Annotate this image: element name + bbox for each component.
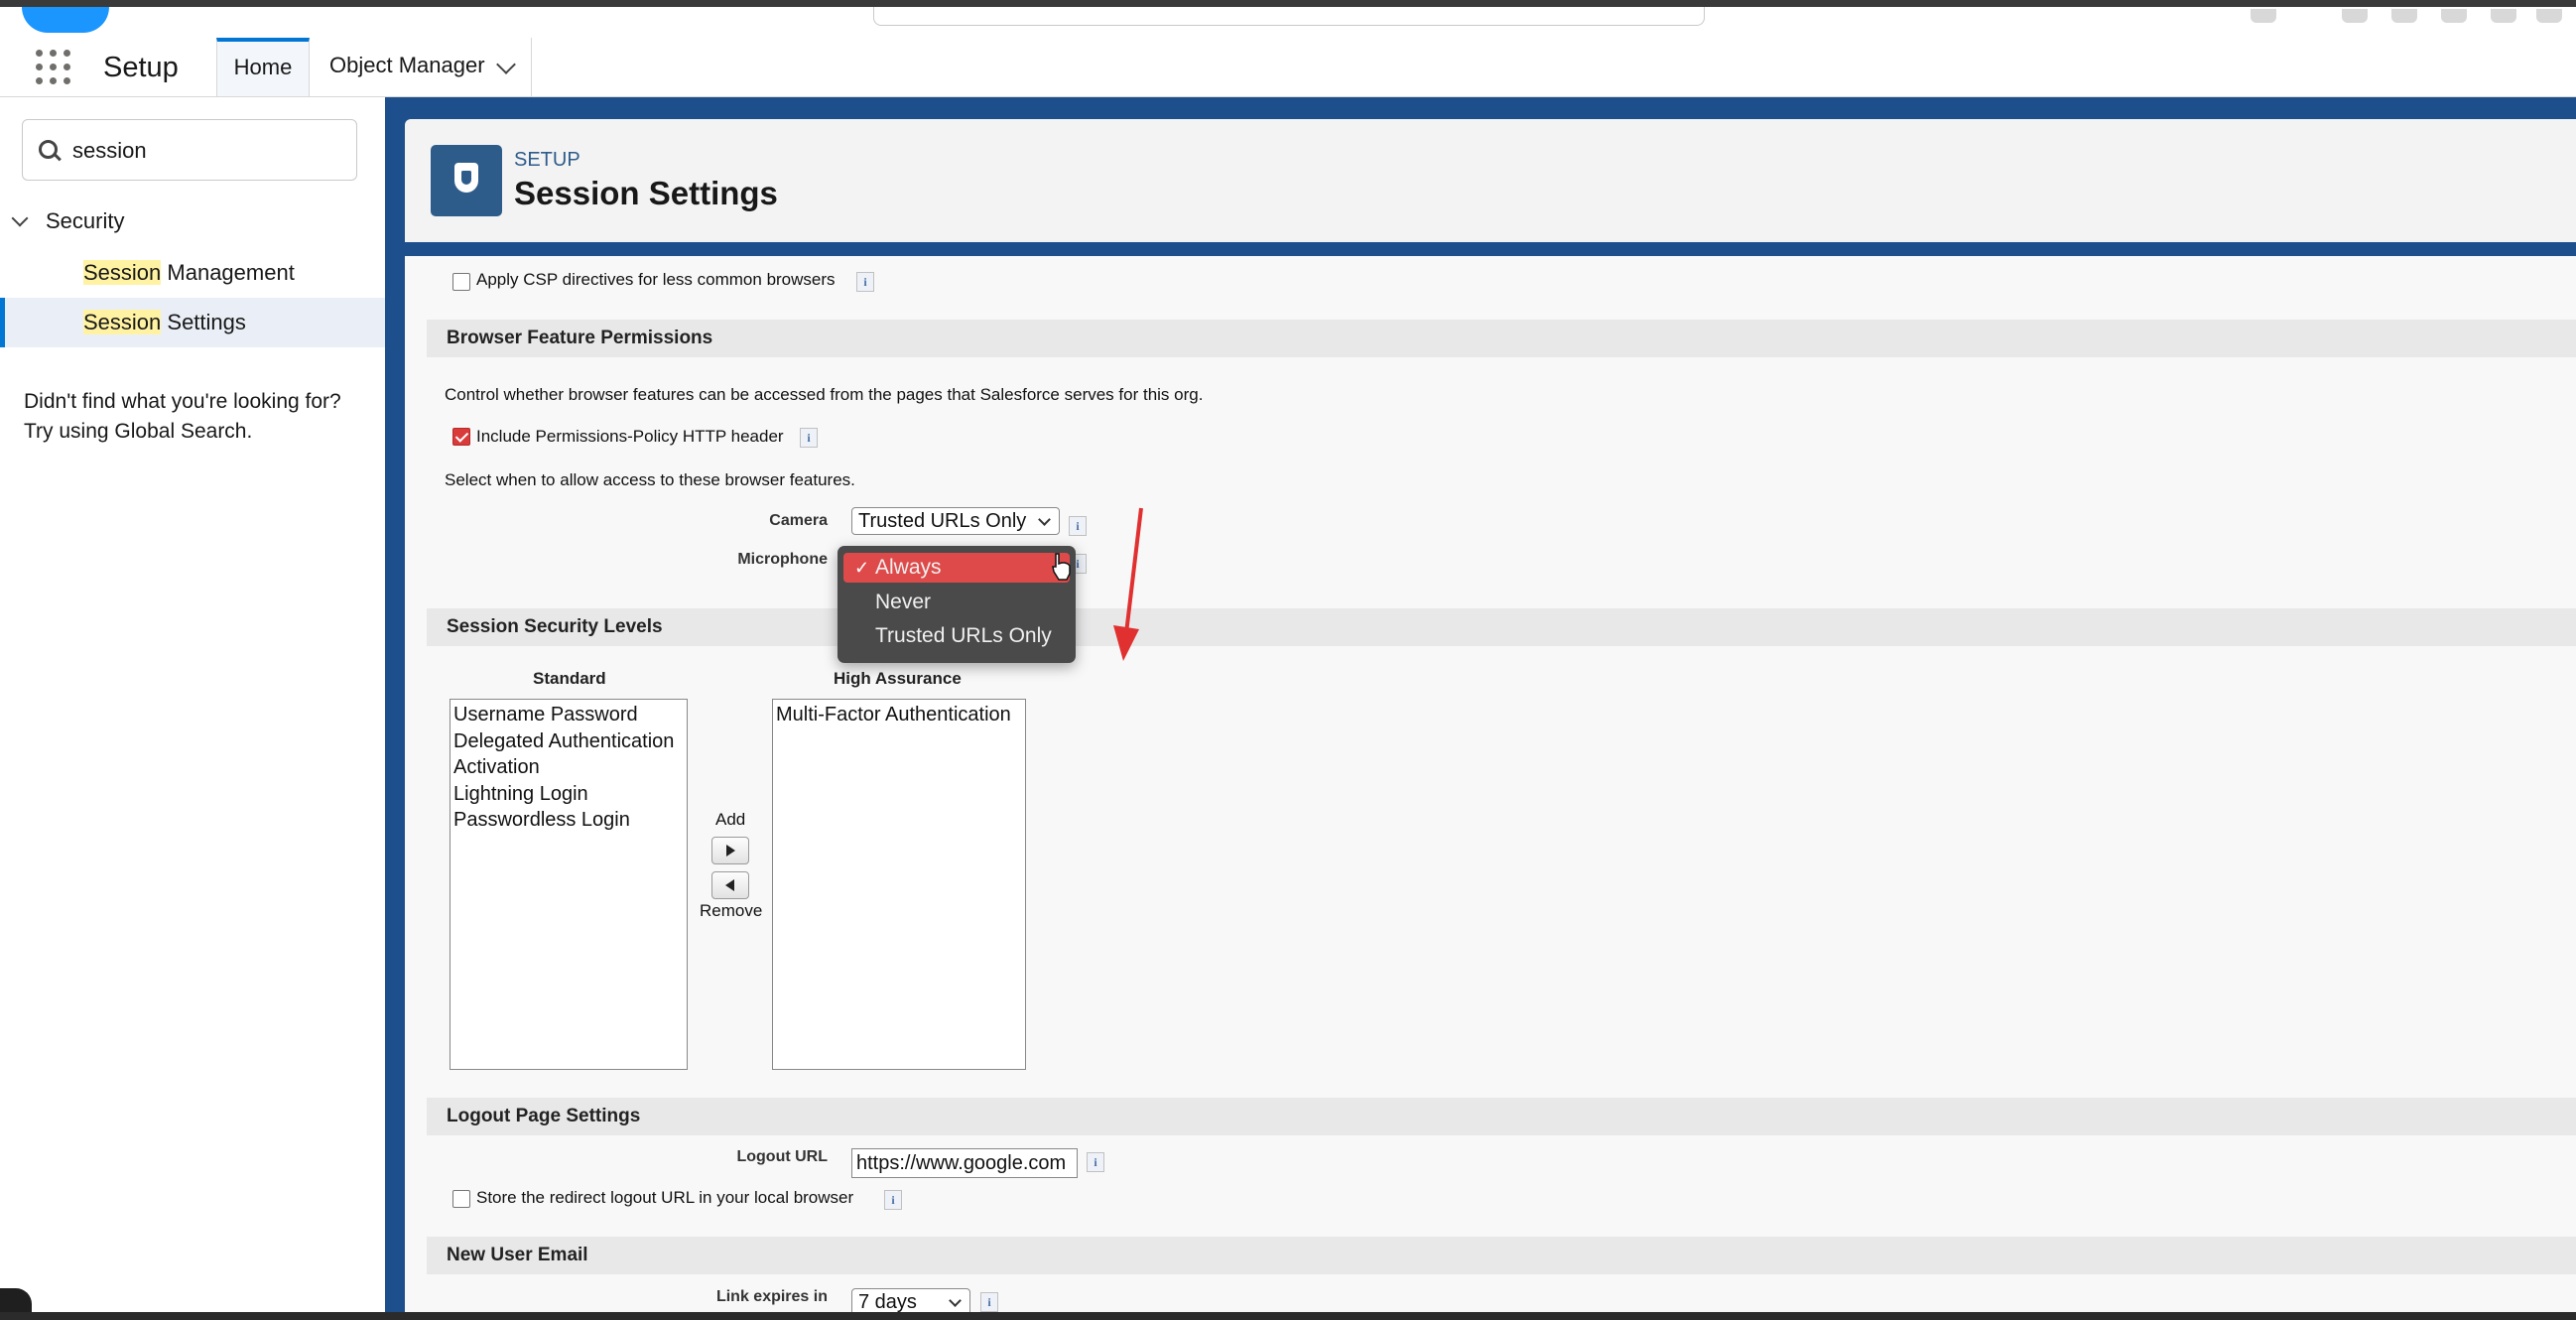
list-item[interactable]: Delegated Authentication <box>453 728 684 755</box>
standard-column-label: Standard <box>533 669 606 689</box>
page-title: Session Settings <box>514 175 778 212</box>
standard-levels-listbox[interactable]: Username Password Delegated Authenticati… <box>450 699 688 1070</box>
info-icon[interactable]: i <box>884 1190 902 1210</box>
global-search-input[interactable] <box>873 7 1705 26</box>
camera-select[interactable]: Trusted URLs Only <box>851 507 1060 535</box>
info-icon[interactable]: i <box>800 428 818 448</box>
mouse-pointer-icon <box>1050 552 1072 582</box>
top-bar <box>0 0 2576 38</box>
remove-label: Remove <box>700 901 762 921</box>
link-expires-value: 7 days <box>858 1291 917 1313</box>
logout-url-input[interactable]: https://www.google.com <box>851 1148 1078 1178</box>
sidebar-item-session-management[interactable]: Session Management <box>0 248 385 298</box>
search-icon <box>39 140 58 159</box>
chevron-down-icon <box>1038 513 1051 526</box>
chevron-down-icon[interactable] <box>12 210 29 227</box>
permissions-policy-checkbox[interactable] <box>452 428 470 446</box>
section-header-logout: Logout Page Settings <box>427 1098 2576 1135</box>
logout-url-label: Logout URL <box>703 1148 828 1166</box>
store-logout-url-checkbox[interactable] <box>452 1190 470 1208</box>
dropdown-option-trusted-urls-only[interactable]: Trusted URLs Only <box>843 621 1070 651</box>
dropdown-option-always[interactable]: ✓ Always <box>843 553 1070 583</box>
red-arrow-annotation <box>1109 504 1145 663</box>
section-header-security-levels: Session Security Levels <box>427 608 2576 646</box>
app-name: Setup <box>103 52 179 84</box>
store-logout-url-label: Store the redirect logout URL in your lo… <box>476 1188 853 1208</box>
session-settings-form: Apply CSP directives for less common bro… <box>405 256 2576 1320</box>
quick-find-box[interactable] <box>22 119 357 181</box>
section-header-browser-features: Browser Feature Permissions <box>427 320 2576 357</box>
option-label: Always <box>875 556 942 579</box>
trailhead-icon[interactable] <box>2391 9 2417 23</box>
high-assurance-column-label: High Assurance <box>834 669 962 689</box>
sidebar-item-label: Management <box>161 260 295 285</box>
camera-label: Camera <box>762 512 828 530</box>
link-expires-label: Link expires in <box>693 1288 828 1306</box>
notifications-icon[interactable] <box>2536 9 2562 23</box>
list-item[interactable]: Lightning Login <box>453 781 684 808</box>
csp-checkbox-label: Apply CSP directives for less common bro… <box>476 270 836 290</box>
info-icon[interactable]: i <box>1069 516 1087 536</box>
chevron-down-icon[interactable] <box>496 55 516 74</box>
tab-object-manager[interactable]: Object Manager <box>310 38 532 96</box>
bottom-bar <box>0 1312 2576 1320</box>
list-item[interactable]: Username Password <box>453 702 684 728</box>
microphone-dropdown-menu: ✓ Always Never Trusted URLs Only <box>837 546 1076 663</box>
info-icon[interactable]: i <box>1087 1152 1104 1172</box>
option-label: Trusted URLs Only <box>875 624 1052 647</box>
section-header-new-user-email: New User Email <box>427 1237 2576 1274</box>
info-icon[interactable]: i <box>856 272 874 292</box>
browser-features-description: Control whether browser features can be … <box>445 385 1203 405</box>
tab-home[interactable]: Home <box>216 38 310 96</box>
camera-select-value: Trusted URLs Only <box>858 510 1026 532</box>
sidebar-help-text: Didn't find what you're looking for? Try… <box>24 387 371 447</box>
search-highlight: Session <box>83 260 161 285</box>
list-item[interactable]: Activation <box>453 754 684 781</box>
shield-icon <box>431 145 502 216</box>
tree-node-label: Security <box>46 208 124 233</box>
setup-gear-icon[interactable] <box>2491 9 2516 23</box>
list-item[interactable]: Passwordless Login <box>453 807 684 834</box>
search-highlight: Session <box>83 310 161 334</box>
dropdown-option-never[interactable]: Never <box>843 588 1070 617</box>
list-item[interactable]: Multi-Factor Authentication <box>776 702 1022 728</box>
sidebar-item-session-settings[interactable]: Session Settings <box>0 298 385 347</box>
page-header: SETUP Session Settings <box>405 119 2576 242</box>
option-label: Never <box>875 591 931 613</box>
csp-checkbox[interactable] <box>452 273 470 291</box>
salesforce-logo[interactable] <box>22 7 109 33</box>
app-launcher-icon[interactable] <box>36 50 71 85</box>
help-icon[interactable] <box>2441 9 2467 23</box>
arrow-right-icon <box>726 845 735 857</box>
page-eyebrow: SETUP <box>514 149 580 172</box>
microphone-label: Microphone <box>703 551 828 569</box>
permissions-policy-label: Include Permissions-Policy HTTP header <box>476 427 784 447</box>
add-label: Add <box>715 810 745 830</box>
global-actions-icon[interactable] <box>2342 9 2368 23</box>
high-assurance-listbox[interactable]: Multi-Factor Authentication <box>772 699 1026 1070</box>
sidebar-item-label: Settings <box>161 310 246 334</box>
chevron-down-icon <box>949 1294 962 1307</box>
arrow-left-icon <box>725 879 734 891</box>
checkmark-icon: ✓ <box>854 553 869 583</box>
remove-button[interactable] <box>711 871 749 899</box>
add-button[interactable] <box>711 837 749 864</box>
select-prompt-text: Select when to allow access to these bro… <box>445 470 855 490</box>
setup-sidebar: Security Session Management Session Sett… <box>0 97 386 1320</box>
app-nav-bar: Setup Home Object Manager <box>0 38 2576 97</box>
quick-find-input[interactable] <box>70 132 352 170</box>
tab-object-manager-label: Object Manager <box>329 53 485 77</box>
favorites-icon[interactable] <box>2251 9 2276 23</box>
info-icon[interactable]: i <box>980 1292 998 1312</box>
tree-node-security[interactable]: Security <box>14 208 124 234</box>
